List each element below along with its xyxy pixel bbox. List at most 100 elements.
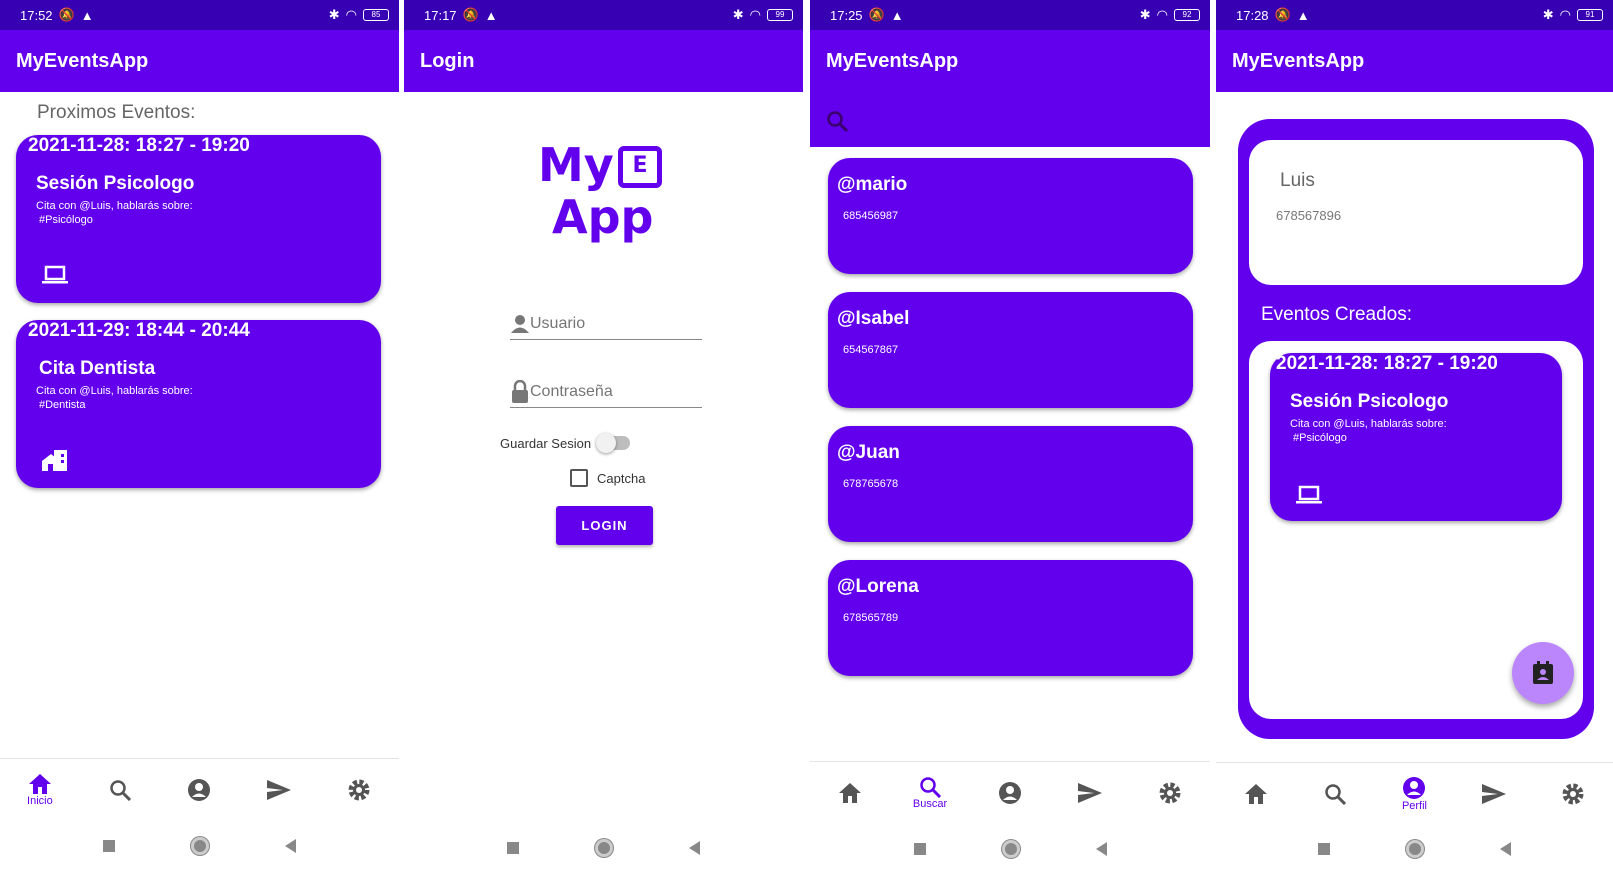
screen-search: 17:25 🔕 ▲ ✱ ◠ 92 MyEventsApp @mario 6854… [810, 0, 1210, 871]
user-card[interactable]: @Lorena 678565789 [828, 560, 1193, 676]
contact-calendar-icon [1533, 661, 1553, 684]
username-input[interactable] [530, 314, 680, 333]
add-event-fab[interactable] [1512, 642, 1574, 704]
event-tag: #Psicólogo [1293, 432, 1347, 444]
user-card[interactable]: @Isabel 654567867 [828, 292, 1193, 408]
nav-send[interactable] [249, 779, 309, 800]
wifi-icon: ◠ [749, 7, 761, 22]
nav-profile-label: Perfil [1401, 799, 1427, 812]
password-field[interactable] [510, 376, 702, 408]
nav-home[interactable] [1226, 783, 1286, 805]
back-button[interactable] [689, 841, 700, 855]
event-card[interactable]: 2021-11-28: 18:27 - 19:20 Sesión Psicolo… [1270, 353, 1562, 521]
home-system-button[interactable] [1406, 840, 1424, 858]
screen-login: 17:17 🔕 ▲ ✱ ◠ 99 Login My E App Guardar … [404, 0, 803, 871]
user-card[interactable]: @Juan 678765678 [828, 426, 1193, 542]
app-logo: My E App [534, 138, 674, 258]
nav-profile[interactable] [169, 778, 229, 802]
status-time: 17:52 [20, 7, 53, 23]
captcha-label: Captcha [597, 471, 646, 486]
nav-search[interactable] [1305, 783, 1365, 805]
nav-search[interactable]: Buscar [900, 776, 960, 810]
created-events-title: Eventos Creados: [1261, 304, 1413, 325]
nav-settings[interactable] [1140, 781, 1200, 805]
login-button[interactable]: LOGIN [556, 506, 653, 545]
laptop-icon [1296, 485, 1322, 504]
bluetooth-icon: ✱ [1542, 7, 1554, 22]
screen-profile: 17:28 🔕 ▲ ✱ ◠ 91 MyEventsApp Luis 678567… [1216, 0, 1613, 871]
account-circle-icon [999, 781, 1021, 804]
home-system-button[interactable] [595, 839, 613, 857]
event-datetime: 2021-11-29: 18:44 - 20:44 [28, 320, 250, 341]
nav-send[interactable] [1464, 783, 1524, 804]
password-input[interactable] [530, 382, 680, 401]
back-button[interactable] [285, 839, 296, 853]
search-icon [109, 779, 131, 801]
captcha-checkbox[interactable] [570, 469, 588, 487]
nav-home[interactable]: Inicio [10, 773, 70, 807]
nav-settings[interactable] [1543, 782, 1603, 806]
status-bar: 17:28 🔕 ▲ ✱ ◠ 91 [1216, 0, 1613, 30]
profile-name: Luis [1280, 170, 1315, 191]
home-system-button[interactable] [1001, 840, 1020, 858]
status-bar: 17:17 🔕 ▲ ✱ ◠ 99 [404, 0, 803, 30]
status-bar: 17:25 🔕 ▲ ✱ ◠ 92 [810, 0, 1210, 30]
app-title: MyEventsApp [810, 30, 1210, 92]
send-icon [267, 779, 292, 800]
search-icon [1325, 783, 1347, 805]
login-title: Login [404, 30, 803, 92]
nav-search[interactable] [90, 779, 150, 801]
home-icon [839, 782, 861, 803]
recents-button[interactable] [913, 843, 926, 855]
nav-home[interactable] [820, 782, 880, 804]
home-work-icon [42, 450, 67, 471]
event-title: Sesión Psicologo [36, 173, 195, 194]
gear-icon [348, 779, 370, 800]
nav-profile[interactable]: Perfil [1384, 776, 1444, 812]
nav-send[interactable] [1060, 782, 1120, 803]
event-title: Sesión Psicologo [1290, 391, 1449, 412]
user-phone: 685456987 [843, 210, 899, 222]
nav-settings[interactable] [329, 778, 389, 802]
home-icon [1244, 783, 1267, 804]
system-navigation [810, 829, 1210, 869]
back-button[interactable] [1095, 842, 1107, 856]
bluetooth-icon: ✱ [328, 7, 340, 22]
laptop-icon [42, 265, 68, 284]
mute-icon: 🔕 [868, 7, 885, 22]
recents-button[interactable] [507, 842, 519, 854]
search-bar[interactable] [810, 92, 1210, 147]
warning-icon: ▲ [484, 7, 498, 23]
wifi-icon: ◠ [345, 7, 357, 22]
battery-icon: 85 [363, 9, 389, 21]
back-button[interactable] [1500, 842, 1511, 856]
status-bar: 17:52 🔕 ▲ ✱ ◠ 85 [0, 0, 399, 30]
search-icon [920, 776, 941, 798]
send-icon [1481, 783, 1506, 804]
event-card[interactable]: 2021-11-28: 18:27 - 19:20 Sesión Psicolo… [16, 135, 381, 303]
username-field[interactable] [510, 308, 702, 340]
home-system-button[interactable] [191, 837, 209, 855]
event-card[interactable]: 2021-11-29: 18:44 - 20:44 Cita Dentista … [16, 320, 381, 488]
event-description: Cita con @Luis, hablarás sobre: [1290, 418, 1447, 430]
recents-button[interactable] [1318, 843, 1330, 855]
screen-home: 17:52 🔕 ▲ ✱ ◠ 85 MyEventsApp Proximos Ev… [0, 0, 399, 871]
switch-thumb[interactable] [596, 433, 616, 453]
home-icon [28, 773, 51, 794]
search-icon[interactable] [826, 110, 848, 132]
nav-profile[interactable] [980, 781, 1040, 805]
battery-icon: 99 [767, 9, 793, 21]
mute-icon: 🔕 [58, 7, 75, 22]
user-phone: 678565789 [843, 612, 899, 624]
wifi-icon: ◠ [1156, 7, 1168, 22]
profile-phone: 678567896 [1276, 208, 1342, 223]
user-handle: @Isabel [837, 308, 910, 329]
profile-info-card: Luis 678567896 [1249, 140, 1583, 285]
battery-icon: 91 [1577, 9, 1603, 21]
user-handle: @Juan [837, 442, 900, 463]
nav-home-label: Inicio [27, 794, 53, 807]
user-card[interactable]: @mario 685456987 [828, 158, 1193, 274]
bottom-navigation: Buscar [810, 761, 1210, 823]
recents-button[interactable] [103, 840, 115, 852]
system-navigation [1216, 829, 1613, 869]
